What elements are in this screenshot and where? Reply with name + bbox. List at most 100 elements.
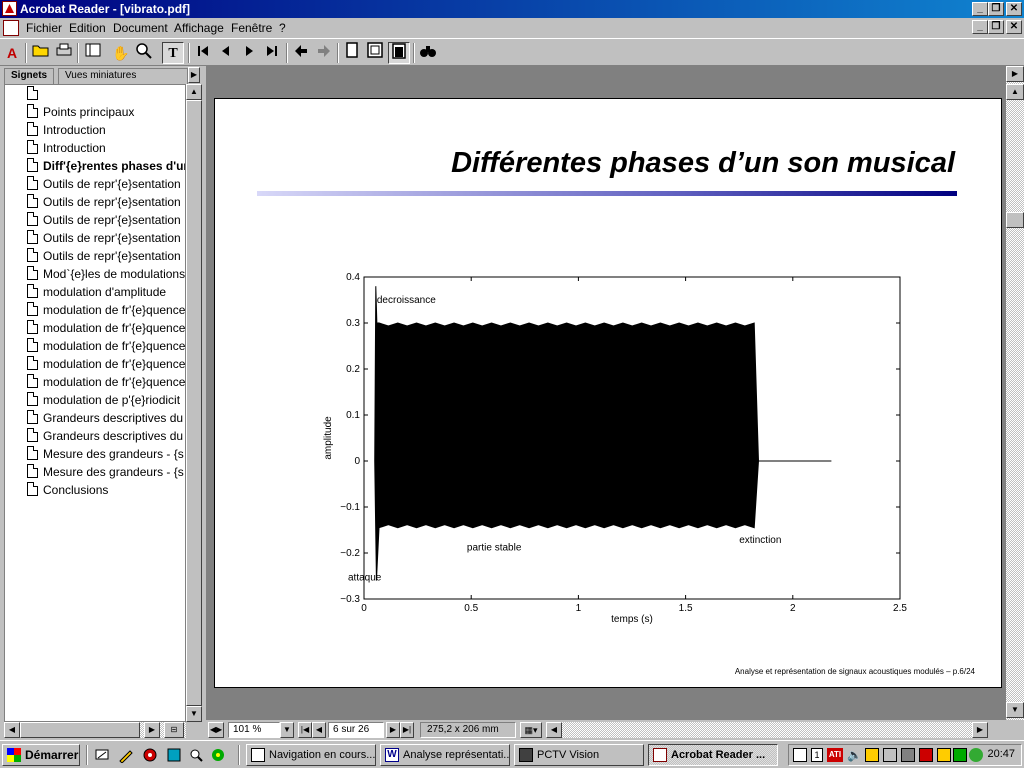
- status-next-page-icon[interactable]: ▶: [386, 722, 400, 738]
- scroll-left-button[interactable]: ◀: [4, 722, 20, 738]
- tray-gear-icon[interactable]: [969, 748, 983, 762]
- zoom-dropdown-icon[interactable]: ▼: [280, 722, 294, 738]
- acrobat-icon[interactable]: A: [1, 42, 23, 64]
- tray-volume-icon[interactable]: 🔈: [847, 748, 862, 762]
- bookmark-item[interactable]: modulation de fr'{e}quence: [25, 301, 185, 319]
- minimize-button[interactable]: _: [972, 2, 988, 16]
- menu-document[interactable]: Document: [113, 21, 168, 35]
- task-pctv[interactable]: PCTV Vision: [514, 744, 644, 766]
- menu-edition[interactable]: Edition: [69, 21, 106, 35]
- doc-scroll-thumb[interactable]: [1006, 212, 1024, 228]
- task-acrobat[interactable]: Acrobat Reader ...: [648, 744, 778, 766]
- zoom-icon[interactable]: [133, 42, 155, 64]
- bookmark-item[interactable]: modulation de fr'{e}quence: [25, 319, 185, 337]
- bookmark-item[interactable]: Mesure des grandeurs - {s: [25, 463, 185, 481]
- bookmark-item[interactable]: Grandeurs descriptives du: [25, 409, 185, 427]
- actual-size-icon[interactable]: [341, 42, 363, 64]
- tray-folder-icon[interactable]: [937, 748, 951, 762]
- page-layout-icon[interactable]: ▦▾: [520, 722, 542, 738]
- tray-network-icon[interactable]: [883, 748, 897, 762]
- scroll-up-button[interactable]: ▲: [186, 84, 202, 100]
- bookmark-item[interactable]: Mod`{e}les de modulations: [25, 265, 185, 283]
- tray-device-icon[interactable]: [901, 748, 915, 762]
- panel-options-button[interactable]: ⊟: [164, 722, 184, 738]
- bookmark-item[interactable]: Outils de repr'{e}sentation: [25, 247, 185, 265]
- bookmark-item[interactable]: Diff'{e}rentes phases d'un: [25, 157, 185, 175]
- bookmark-item[interactable]: Introduction: [25, 121, 185, 139]
- quicklaunch-app-icon[interactable]: [166, 747, 182, 763]
- document-view[interactable]: Différentes phases d’un son musical 0 0.5…: [206, 66, 1006, 720]
- quicklaunch-flower-icon[interactable]: [210, 747, 226, 763]
- split-view-button[interactable]: ◀▶: [208, 722, 224, 738]
- quicklaunch-media-icon[interactable]: [142, 747, 158, 763]
- tray-shield-icon[interactable]: [919, 748, 933, 762]
- acrobat-app-icon[interactable]: [2, 1, 17, 16]
- bookmark-pane-icon[interactable]: [82, 42, 104, 64]
- bookmark-item[interactable]: Outils de repr'{e}sentation: [25, 175, 185, 193]
- bookmark-item[interactable]: Conclusions: [25, 481, 185, 499]
- bookmark-item[interactable]: Outils de repr'{e}sentation: [25, 229, 185, 247]
- doc-restore-button[interactable]: ❐: [988, 20, 1004, 34]
- start-button[interactable]: Démarrer: [2, 744, 80, 766]
- bookmark-item[interactable]: Points principaux: [25, 103, 185, 121]
- bookmark-item[interactable]: [25, 85, 185, 103]
- doc-scroll-up-arrow[interactable]: ▲: [1006, 84, 1024, 100]
- doc-scroll-right-button[interactable]: ▶: [972, 722, 988, 738]
- bookmark-item[interactable]: modulation de p'{e}riodicit: [25, 391, 185, 409]
- find-icon[interactable]: [417, 42, 439, 64]
- bookmark-item[interactable]: modulation de fr'{e}quence: [25, 355, 185, 373]
- scroll-right-button[interactable]: ▶: [144, 722, 160, 738]
- menu-fichier[interactable]: Fichier: [26, 21, 62, 35]
- tray-app-icon[interactable]: [953, 748, 967, 762]
- menu-help[interactable]: ?: [279, 21, 286, 35]
- zoom-field[interactable]: 101 %: [228, 722, 280, 738]
- panel-expand-button[interactable]: ▶: [188, 67, 200, 83]
- close-button[interactable]: ✕: [1006, 2, 1022, 16]
- go-back-icon[interactable]: [290, 42, 312, 64]
- open-icon[interactable]: [30, 42, 52, 64]
- document-hscrollbar[interactable]: ◀ ▶: [546, 722, 988, 738]
- doc-close-button[interactable]: ✕: [1006, 20, 1022, 34]
- tray-ati-icon[interactable]: ATI: [827, 748, 843, 762]
- task-navigation[interactable]: Navigation en cours...: [246, 744, 376, 766]
- doc-scroll-up-button[interactable]: ▶: [1006, 66, 1024, 82]
- doc-scroll-down-button[interactable]: ▼: [1006, 702, 1024, 718]
- bookmark-item[interactable]: Mesure des grandeurs - {s: [25, 445, 185, 463]
- scroll-down-button[interactable]: ▼: [186, 706, 202, 722]
- tray-calendar-icon[interactable]: [793, 748, 807, 762]
- bookmarks-vscrollbar[interactable]: ▲ ▼: [186, 84, 202, 722]
- tray-one-icon[interactable]: 1: [811, 748, 823, 762]
- doc-minimize-button[interactable]: _: [972, 20, 988, 34]
- fit-width-icon[interactable]: [388, 42, 410, 64]
- hscroll-thumb[interactable]: [20, 722, 140, 738]
- status-first-page-icon[interactable]: |◀: [298, 722, 312, 738]
- quicklaunch-desktop-icon[interactable]: [94, 747, 110, 763]
- document-menu-icon[interactable]: [3, 20, 19, 36]
- first-page-icon[interactable]: [192, 42, 214, 64]
- next-page-icon[interactable]: [238, 42, 260, 64]
- scroll-thumb[interactable]: [186, 100, 202, 706]
- print-icon[interactable]: [53, 42, 75, 64]
- menu-fenetre[interactable]: Fenêtre: [231, 21, 272, 35]
- document-vscrollbar[interactable]: ▶ ▲ ▼: [1006, 66, 1024, 720]
- bookmark-item[interactable]: modulation de fr'{e}quence: [25, 373, 185, 391]
- go-forward-icon[interactable]: [313, 42, 335, 64]
- tray-printer-icon[interactable]: [865, 748, 879, 762]
- status-prev-page-icon[interactable]: ◀: [312, 722, 326, 738]
- bookmark-item[interactable]: Outils de repr'{e}sentation: [25, 193, 185, 211]
- page-number-field[interactable]: 6 sur 26: [328, 722, 384, 738]
- restore-button[interactable]: ❐: [988, 2, 1004, 16]
- task-analyse[interactable]: W Analyse représentati...: [380, 744, 510, 766]
- quicklaunch-pencil-icon[interactable]: [118, 747, 134, 764]
- tab-thumbnails[interactable]: Vues miniatures: [58, 68, 188, 84]
- tab-bookmarks[interactable]: Signets: [4, 68, 55, 84]
- last-page-icon[interactable]: [261, 42, 283, 64]
- bookmarks-hscrollbar[interactable]: ◀ ▶ ⊟: [4, 722, 186, 738]
- doc-scroll-left-button[interactable]: ◀: [546, 722, 562, 738]
- quicklaunch-search-icon[interactable]: [188, 747, 204, 763]
- prev-page-icon[interactable]: [215, 42, 237, 64]
- bookmark-item[interactable]: Introduction: [25, 139, 185, 157]
- hand-icon[interactable]: ✋: [110, 42, 132, 64]
- status-last-page-icon[interactable]: ▶|: [400, 722, 414, 738]
- title-bar[interactable]: Acrobat Reader - [vibrato.pdf] _ ❐ ✕: [0, 0, 1024, 18]
